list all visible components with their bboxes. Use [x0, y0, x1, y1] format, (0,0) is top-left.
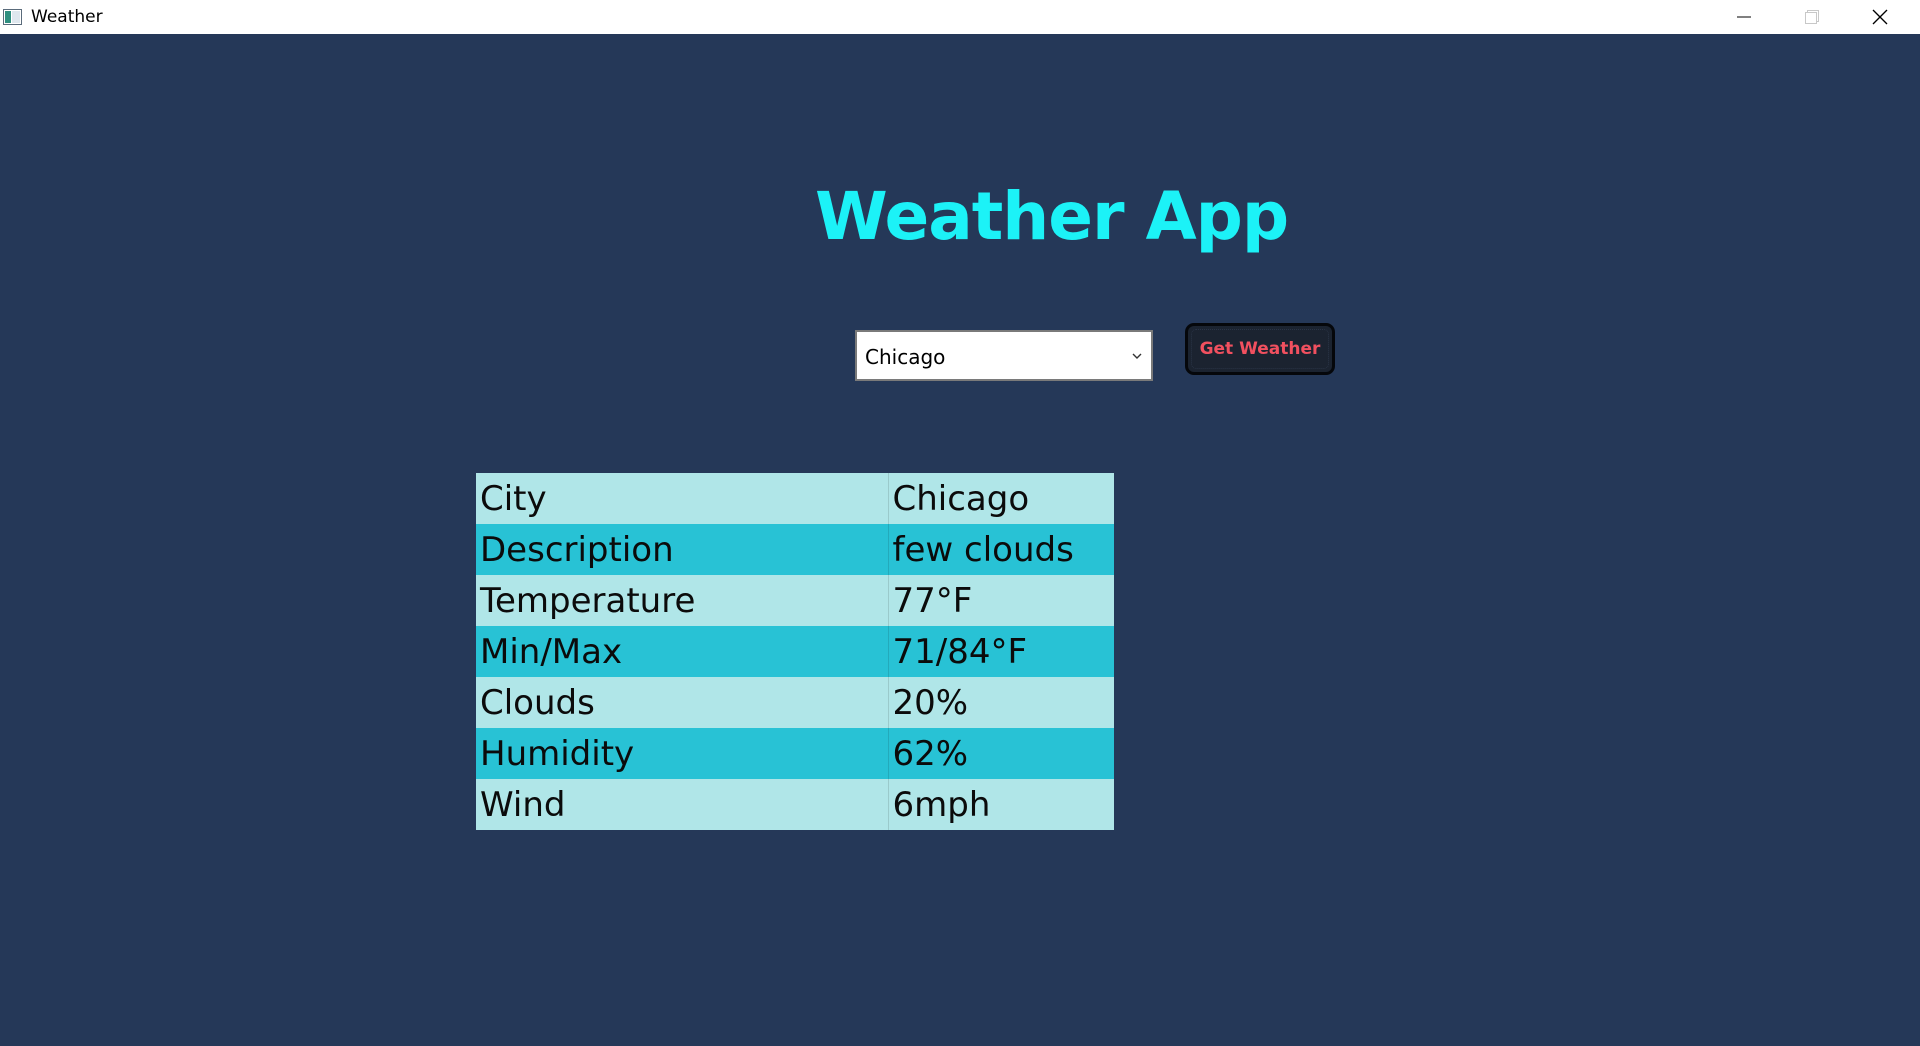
table-row: Wind 6mph	[476, 779, 1114, 830]
minimize-button[interactable]	[1710, 0, 1778, 34]
row-value: 20%	[892, 682, 969, 723]
window-title-bar: Weather	[0, 0, 1920, 34]
app-icon	[3, 9, 22, 25]
table-row: Humidity 62%	[476, 728, 1114, 779]
close-icon	[1872, 9, 1888, 25]
city-dropdown[interactable]: Chicago	[855, 330, 1153, 381]
minimize-icon	[1737, 16, 1751, 18]
table-row: Clouds 20%	[476, 677, 1114, 728]
table-row: City Chicago	[476, 473, 1114, 524]
row-value: 77°F	[892, 580, 973, 621]
table-row: Description few clouds	[476, 524, 1114, 575]
maximize-icon	[1805, 10, 1819, 24]
row-label: Temperature	[476, 575, 889, 626]
row-value: 62%	[892, 733, 969, 774]
row-value: few clouds	[892, 529, 1074, 570]
table-row: Temperature 77°F	[476, 575, 1114, 626]
row-value: 71/84°F	[892, 631, 1028, 672]
row-label: Clouds	[476, 677, 889, 728]
window-title: Weather	[31, 7, 103, 27]
maximize-button[interactable]	[1778, 0, 1846, 34]
row-label: Description	[476, 524, 889, 575]
get-weather-button[interactable]: Get Weather	[1185, 323, 1335, 375]
row-value: 6mph	[892, 784, 991, 825]
city-dropdown-value: Chicago	[865, 345, 946, 369]
row-label: Humidity	[476, 728, 889, 779]
row-label: Wind	[476, 779, 889, 830]
row-label: City	[476, 473, 889, 524]
chevron-down-icon	[1132, 353, 1142, 359]
app-title: Weather App	[815, 178, 1289, 255]
close-button[interactable]	[1846, 0, 1914, 34]
get-weather-label: Get Weather	[1199, 339, 1321, 359]
table-row: Min/Max 71/84°F	[476, 626, 1114, 677]
row-value: Chicago	[892, 478, 1030, 519]
weather-table: City Chicago Description few clouds Temp…	[476, 473, 1114, 830]
row-label: Min/Max	[476, 626, 889, 677]
